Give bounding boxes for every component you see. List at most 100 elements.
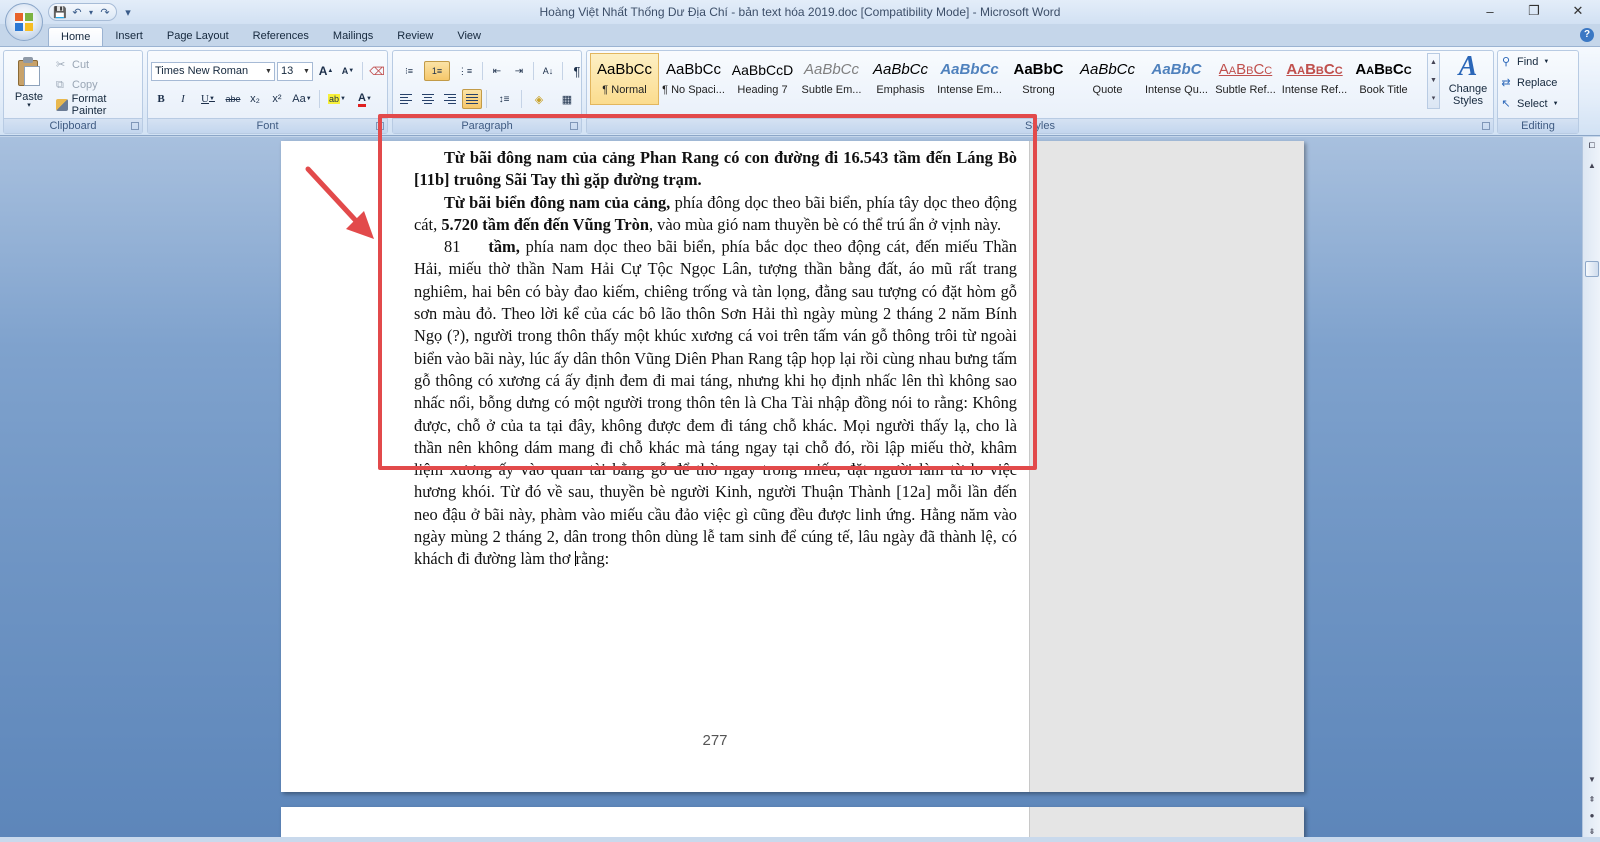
styles-dialog-launcher-icon[interactable] [1482,122,1490,130]
scroll-up-button[interactable]: ▲ [1585,159,1599,173]
find-dropdown-icon[interactable]: ▼ [1543,59,1549,65]
borders-icon: ▦ [561,93,573,106]
clipboard-group-label: Clipboard [4,118,142,133]
previous-page-button[interactable]: ⇞ [1585,793,1599,807]
scroll-down-button[interactable]: ▼ [1585,773,1599,787]
select-browse-object-button[interactable]: ● [1585,809,1599,823]
italic-button[interactable]: I [173,89,193,109]
bullets-button[interactable]: ⁝≡ [396,61,422,81]
save-icon[interactable]: 💾 [53,5,67,19]
highlight-button[interactable]: ab ▼ [324,89,350,109]
change-case-button[interactable]: Aa ▼ [289,89,315,109]
customize-qat-icon[interactable]: ▾ [121,5,135,19]
shrink-font-button[interactable]: A ▼ [338,61,358,81]
document-page: Từ bãi đông nam của cảng Phan Rang có co… [281,141,1304,792]
superscript-button[interactable]: x² [267,89,287,109]
style-heading-7[interactable]: AaBbCcD Heading 7 [728,53,797,105]
paste-button[interactable]: Paste ▾ [10,55,48,115]
style-normal[interactable]: AaBbCc ¶ Normal [590,53,659,105]
style-intense-emphasis[interactable]: AaBbCc Intense Em... [935,53,1004,105]
paste-dropdown-icon[interactable]: ▾ [10,102,48,109]
gallery-down-icon[interactable]: ▼ [1428,72,1439,90]
style-emphasis[interactable]: AaBbCc Emphasis [866,53,935,105]
tab-home[interactable]: Home [48,27,104,47]
underline-button[interactable]: U ▼ [195,89,221,109]
cut-button[interactable]: ✂ Cut [56,56,89,74]
style-quote[interactable]: AaBbCc Quote [1073,53,1142,105]
decrease-indent-button[interactable]: ⇤ [487,61,507,81]
style-no-spacing[interactable]: AaBbCc ¶ No Spaci... [659,53,728,105]
style-strong[interactable]: AaBbC Strong [1004,53,1073,105]
copy-button[interactable]: ⧉ Copy [56,76,98,94]
paragraph-dialog-launcher-icon[interactable] [570,122,578,130]
sort-button[interactable]: A↓ [538,61,558,81]
tab-references[interactable]: References [241,27,321,47]
align-left-button[interactable] [396,89,416,109]
restore-button[interactable]: ❐ [1512,0,1556,22]
undo-icon[interactable]: ↶ [70,5,84,19]
subscript-button[interactable]: x₂ [245,89,265,109]
scroll-thumb[interactable] [1585,261,1599,277]
font-name-dropdown-icon[interactable]: ▼ [263,63,274,80]
font-size-combo[interactable]: 13 ▼ [277,62,313,81]
style-intense-reference[interactable]: AaBbCc Intense Ref... [1280,53,1349,105]
style-subtle-emphasis[interactable]: AaBbCc Subtle Em... [797,53,866,105]
undo-dropdown-icon[interactable]: ▾ [87,5,95,19]
font-size-dropdown-icon[interactable]: ▼ [301,63,312,80]
clear-formatting-button[interactable]: ⌫ [367,61,387,81]
line-spacing-button[interactable]: ↕≡ [491,89,517,109]
clipboard-dialog-launcher-icon[interactable] [131,122,139,130]
tab-page-layout[interactable]: Page Layout [155,27,241,47]
multilevel-list-icon: ⋮≡ [457,65,473,76]
gallery-more-icon[interactable]: ▾ [1428,90,1439,108]
style-subtle-reference[interactable]: AaBbCc Subtle Ref... [1211,53,1280,105]
increase-indent-button[interactable]: ⇥ [509,61,529,81]
align-right-button[interactable] [440,89,460,109]
font-color-button[interactable]: A ▼ [352,89,378,109]
redo-icon[interactable]: ↷ [98,5,112,19]
ribbon: Paste ▾ ✂ Cut ⧉ Copy Format Painter Clip… [0,46,1600,136]
numbering-button[interactable]: 1≡ [424,61,450,81]
tab-mailings[interactable]: Mailings [321,27,385,47]
document-body[interactable]: Từ bãi đông nam của cảng Phan Rang có co… [414,147,1017,571]
grow-font-button[interactable]: A ▲ [316,61,336,81]
style-intense-quote[interactable]: AaBbC Intense Qu... [1142,53,1211,105]
select-button[interactable]: ↖ Select ▼ [1500,95,1559,113]
justify-button[interactable] [462,89,482,109]
shading-button[interactable]: ◈ [526,89,552,109]
bold-button[interactable]: B [151,89,171,109]
paragraph-group: ⁝≡ 1≡ ⋮≡ ⇤ ⇥ A↓ ¶ ↕≡ ◈ ▦ Paragraph [392,50,582,134]
show-formatting-marks-button[interactable]: ¶ [567,61,587,81]
find-button[interactable]: ⚲ Find ▼ [1500,53,1549,71]
tab-review[interactable]: Review [385,27,445,47]
select-dropdown-icon[interactable]: ▼ [1553,101,1559,107]
tab-insert[interactable]: Insert [103,27,155,47]
paragraph-3-end: rằng: [575,549,610,569]
format-painter-button[interactable]: Format Painter [56,93,142,117]
clipboard-group: Paste ▾ ✂ Cut ⧉ Copy Format Painter Clip… [3,50,143,134]
font-name-combo[interactable]: Times New Roman ▼ [151,62,275,81]
tab-view[interactable]: View [445,27,493,47]
align-center-button[interactable] [418,89,438,109]
numbering-icon: 1≡ [431,66,443,76]
vertical-scrollbar[interactable]: ⧠ ▲ ▼ ⇞ ● ⇟ [1582,137,1600,842]
styles-gallery-scroll[interactable]: ▲ ▼ ▾ [1427,53,1440,109]
minimize-button[interactable]: – [1468,0,1512,22]
bold-icon: B [157,93,165,105]
office-button[interactable] [5,3,43,41]
page-right-margin [1029,141,1304,792]
multilevel-list-button[interactable]: ⋮≡ [452,61,478,81]
ruler-toggle-icon[interactable]: ⧠ [1585,139,1599,153]
paragraph-2-bold: Từ bãi biển đông nam của cảng, [444,192,671,212]
style-book-title[interactable]: AaBbCc Book Title [1349,53,1418,105]
replace-button[interactable]: ⇄ Replace [1500,74,1557,92]
borders-button[interactable]: ▦ [554,89,580,109]
status-bar [0,837,1600,842]
help-icon[interactable]: ? [1580,28,1594,42]
strikethrough-button[interactable]: abe [223,89,243,109]
gallery-up-icon[interactable]: ▲ [1428,54,1439,72]
change-styles-button[interactable]: A Change Styles [1443,51,1493,117]
font-dialog-launcher-icon[interactable] [376,122,384,130]
line-spacing-icon: ↕≡ [498,93,510,105]
close-button[interactable]: ✕ [1556,0,1600,22]
